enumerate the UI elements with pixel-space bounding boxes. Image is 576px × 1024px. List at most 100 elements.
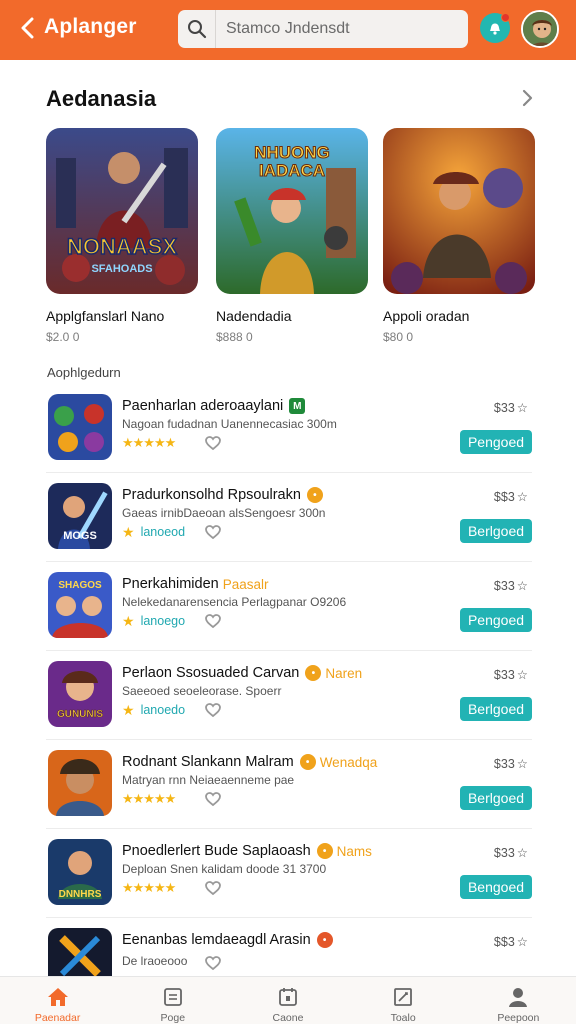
heart-icon[interactable]: [204, 701, 222, 719]
rating-text: lanoeod: [140, 525, 186, 539]
app-icon: GUNUNIS: [48, 661, 112, 727]
list-item-title-text: Pnoedlerlert Bude Saplaoash: [122, 843, 311, 859]
star-icon: ★: [122, 701, 135, 718]
star-outline-icon[interactable]: ☆: [517, 400, 528, 415]
rating: ★ lanoego: [122, 613, 185, 629]
star-rating: ★★★★★: [122, 435, 176, 450]
nav-item-page[interactable]: Poge: [115, 977, 230, 1024]
price-value: $$3: [493, 934, 515, 949]
nav-item-profile[interactable]: Peepoon: [461, 977, 576, 1024]
list-item-description: De lraoeooo: [122, 954, 188, 968]
list-item-description: Deploan Snen kalidam doode 31 3700: [122, 862, 327, 876]
list-item-title: Eenanbas lemdaeagdl Arasin •: [122, 932, 333, 948]
back-arrow-icon[interactable]: [14, 14, 42, 42]
get-button[interactable]: Berlgoed: [460, 697, 532, 721]
app-icon: SHAGOS: [48, 572, 112, 638]
list-item-tag: Wenadqa: [319, 754, 378, 770]
list-item-title: Perlaon Ssosuaded Carvan • Naren: [122, 665, 362, 681]
nav-item-tools[interactable]: Toalo: [346, 977, 461, 1024]
price-label: $33 ☆: [493, 845, 528, 861]
list-item[interactable]: GUNUNIS Perlaon Ssosuaded Carvan • Naren…: [46, 651, 532, 740]
icon-text: MOGS: [63, 530, 97, 542]
nav-label: Caone: [272, 1012, 304, 1024]
list-item-title-text: Perlaon Ssosuaded Carvan: [122, 665, 300, 681]
star-outline-icon[interactable]: ☆: [517, 489, 528, 504]
get-button[interactable]: Pengoed: [460, 430, 532, 454]
list-item-title: Rodnant Slankann Malram • Wenadqa: [122, 754, 377, 770]
list-item-title: Paenharlan aderoaaylani M: [122, 398, 306, 414]
rating: ★ lanoeod: [122, 524, 185, 540]
art-subtitle-text: SFAHOADS: [91, 263, 152, 275]
star-outline-icon[interactable]: ☆: [517, 845, 528, 860]
featured-name: Appoli oradan: [383, 308, 470, 324]
star-rating: ★★★★★: [122, 791, 176, 806]
list-item[interactable]: MOGS Pradurkonsolhd Rpsoulrakn • Gaeas i…: [46, 473, 532, 562]
featured-card[interactable]: NONAASX SFAHOADS Applgfanslarl Nano $2.0…: [46, 128, 198, 344]
user-avatar[interactable]: [521, 10, 559, 48]
featured-price: $2.0 0: [46, 330, 80, 344]
search-field[interactable]: Stamco Jndensdt: [178, 10, 468, 48]
notification-dot: [501, 13, 510, 22]
featured-card[interactable]: Appoli oradan $80 0: [383, 128, 535, 344]
star-outline-icon[interactable]: ☆: [517, 934, 528, 949]
list-item[interactable]: Rodnant Slankann Malram • Wenadqa Matrya…: [46, 740, 532, 829]
heart-icon[interactable]: [204, 954, 222, 972]
list-item-title-text: Pnerkahimiden: [122, 576, 219, 592]
list-item-tag: Naren: [325, 665, 363, 681]
icon-text: GUNUNIS: [57, 709, 103, 720]
price-value: $33: [493, 756, 515, 771]
list-item-description: Nelekedanarensencia Perlagpanar O9206: [122, 595, 347, 609]
heart-icon[interactable]: [204, 434, 222, 452]
rating-text: lanoego: [140, 614, 186, 628]
price-label: $$3 ☆: [494, 489, 528, 505]
price-value: $33: [493, 400, 515, 415]
featured-game-art: NONAASX SFAHOADS: [46, 128, 198, 294]
get-button[interactable]: Berlgoed: [460, 519, 532, 543]
bottom-navigation: Paenadar Poge Caone Toalo Peepoon: [0, 976, 576, 1024]
app-title: Aplanger: [44, 15, 137, 38]
list-item[interactable]: Paenharlan aderoaaylani M Nagoan fudadna…: [46, 384, 532, 473]
rating: ★★★★★: [122, 435, 176, 451]
price-value: $33: [493, 845, 515, 860]
heart-icon[interactable]: [204, 612, 222, 630]
featured-price: $80 0: [383, 330, 414, 344]
search-input[interactable]: Stamco Jndensdt: [216, 20, 350, 38]
list-item[interactable]: DNNHRS Pnoedlerlert Bude Saplaoash • Nam…: [46, 829, 532, 918]
chevron-right-icon[interactable]: [515, 86, 539, 110]
list-item-title-text: Eenanbas lemdaeagdl Arasin: [122, 932, 311, 948]
rating: ★★★★★: [122, 791, 176, 807]
nav-item-home[interactable]: Paenadar: [0, 977, 115, 1024]
page-icon: [160, 985, 186, 1008]
app-icon: [48, 394, 112, 460]
search-icon: [178, 10, 216, 48]
heart-icon[interactable]: [204, 879, 222, 897]
get-button[interactable]: Pengoed: [460, 608, 532, 632]
heart-icon[interactable]: [204, 790, 222, 808]
price-value: $33: [493, 667, 515, 682]
list-item-tag: Paasalr: [222, 576, 269, 592]
list-item-description: Saeeoed seoeleorase. Spoerr: [122, 684, 282, 698]
featured-section-title: Aedanasia: [46, 86, 157, 111]
featured-price: $888 0: [216, 330, 253, 344]
nav-item-calendar[interactable]: Caone: [230, 977, 345, 1024]
heart-icon[interactable]: [204, 523, 222, 541]
list-item[interactable]: SHAGOS Pnerkahimiden Paasalr Nelekedanar…: [46, 562, 532, 651]
list-item-badge: •: [299, 754, 316, 770]
star-outline-icon[interactable]: ☆: [517, 578, 528, 593]
list-item-title-text: Paenharlan aderoaaylani: [122, 398, 284, 414]
app-icon: [48, 750, 112, 816]
price-label: $33 ☆: [494, 578, 528, 594]
get-button[interactable]: Berlgoed: [460, 786, 532, 810]
featured-card[interactable]: NHUONG IADACA Nadendadia $888 0: [216, 128, 368, 344]
star-outline-icon[interactable]: ☆: [517, 756, 528, 771]
get-button[interactable]: Bengoed: [460, 875, 532, 899]
star-outline-icon[interactable]: ☆: [517, 667, 528, 682]
art-title-text: NONAASX: [67, 234, 177, 259]
icon-text: DNNHRS: [59, 889, 102, 900]
app-icon: MOGS: [48, 483, 112, 549]
notification-bell-icon[interactable]: [480, 13, 510, 43]
featured-name: Applgfanslarl Nano: [46, 308, 165, 324]
price-label: $33 ☆: [493, 400, 528, 416]
price-label: $$3 ☆: [493, 934, 528, 950]
list-item-badge: •: [306, 487, 323, 503]
